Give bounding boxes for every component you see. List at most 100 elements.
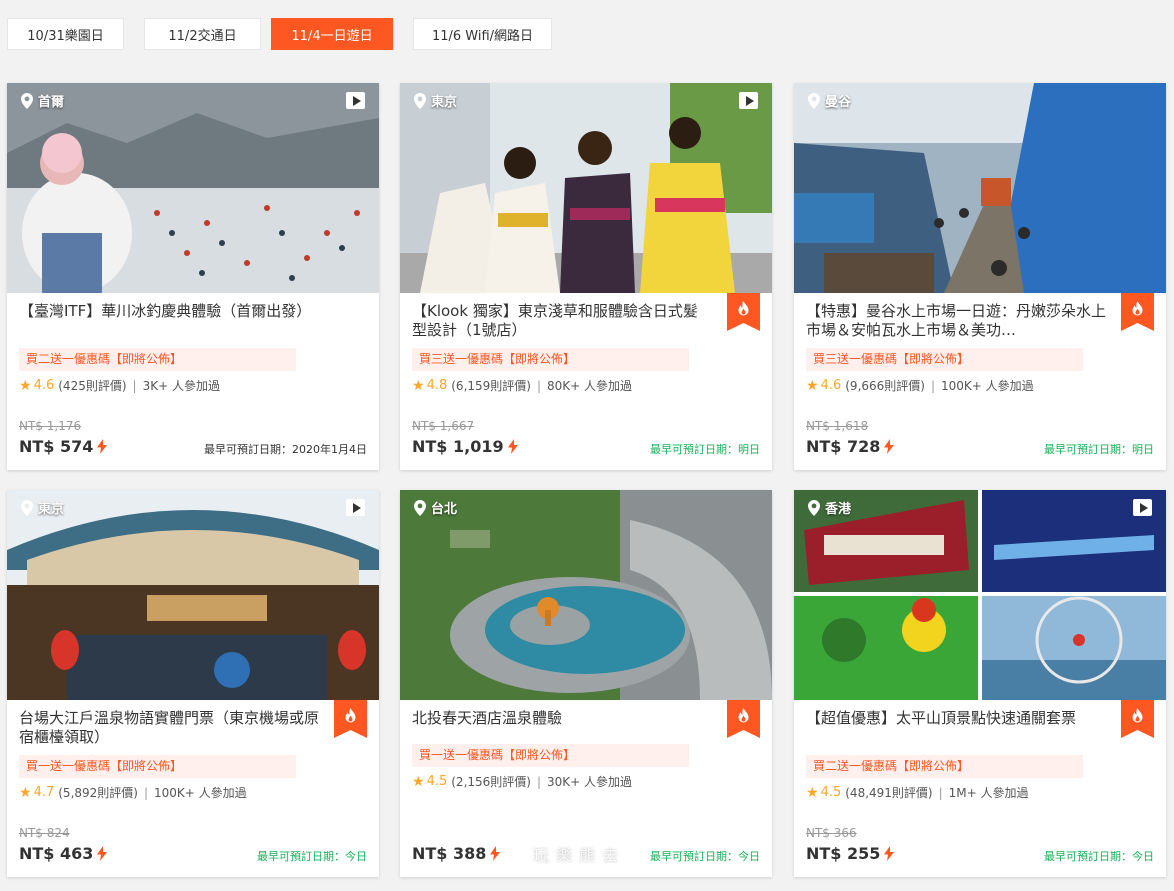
location-pin-icon [413, 93, 427, 109]
activity-title[interactable]: 台場大江戶溫泉物語實體門票（東京機場或原宿櫃檯領取） [19, 709, 319, 747]
original-price: NT$ 366 [806, 826, 857, 840]
activity-title[interactable]: 【超值優惠】太平山頂景點快速通關套票 [806, 709, 1106, 728]
activity-photo: 香港 [794, 490, 1166, 700]
divider: | [536, 378, 542, 393]
tab-theme-park-day[interactable]: 10/31樂園日 [7, 18, 124, 50]
earliest-booking-date: 最早可預訂日期：今日 [1044, 850, 1154, 863]
earliest-booking-date: 最早可預訂日期：2020年1月4日 [204, 443, 367, 456]
activity-title[interactable]: 【Klook 獨家】東京淺草和服體驗含日式髮型設計（1號店） [412, 302, 712, 340]
activity-card[interactable]: 台北 北投春天酒店溫泉體驗 買一送一優惠碼【即將公佈】 ★ 4.5 (2,156… [400, 490, 772, 877]
instant-confirm-icon [490, 846, 500, 861]
original-price: NT$ 1,667 [412, 419, 475, 433]
location-label: 首爾 [38, 95, 65, 110]
location-pin-icon [807, 500, 821, 516]
location-tag: 東京 [20, 498, 64, 517]
promo-badge: 買三送一優惠碼【即將公佈】 [412, 348, 689, 371]
rating-row: ★ 4.6 (425則評價) | 3K+ 人參加過 [19, 377, 220, 394]
star-icon: ★ [19, 784, 32, 801]
instant-confirm-icon [884, 439, 894, 454]
rating-score: 4.5 [426, 774, 448, 789]
price-value: NT$ 255 [806, 844, 881, 863]
price: NT$ 255 [806, 844, 894, 863]
video-play-icon[interactable] [346, 92, 365, 109]
rating-row: ★ 4.6 (9,666則評價) | 100K+ 人參加過 [806, 377, 1034, 394]
instant-confirm-icon [508, 439, 518, 454]
original-price: NT$ 824 [19, 826, 70, 840]
rating-row: ★ 4.5 (48,491則評價) | 1M+ 人參加過 [806, 784, 1029, 801]
earliest-booking-date: 最早可預訂日期：明日 [650, 443, 760, 456]
star-icon: ★ [412, 377, 425, 394]
rating-score: 4.7 [33, 785, 55, 800]
review-count: (6,159則評價) [451, 379, 531, 393]
activity-title[interactable]: 【臺灣ITF】華川冰釣慶典體驗（首爾出發） [19, 302, 319, 321]
price: NT$ 728 [806, 437, 894, 456]
activity-title[interactable]: 北投春天酒店溫泉體驗 [412, 709, 712, 728]
hot-flame-icon [334, 700, 367, 738]
rating-score: 4.8 [426, 378, 448, 393]
location-pin-icon [20, 93, 34, 109]
divider: | [930, 378, 936, 393]
tab-transport-day[interactable]: 11/2交通日 [144, 18, 261, 50]
rating-score: 4.5 [820, 785, 842, 800]
promo-badge: 買一送一優惠碼【即將公佈】 [19, 755, 296, 778]
price: NT$ 574 [19, 437, 107, 456]
tab-day-tour-day[interactable]: 11/4一日遊日 [271, 18, 393, 50]
activity-photo: 台北 [400, 490, 772, 700]
watermark: 玩 樂 熊 去 [533, 846, 620, 865]
original-price: NT$ 1,618 [806, 419, 869, 433]
activity-photo: 首爾 [7, 83, 379, 293]
review-count: (48,491則評價) [845, 786, 933, 800]
price: NT$ 463 [19, 844, 107, 863]
instant-confirm-icon [97, 439, 107, 454]
activity-photo: 東京 [400, 83, 772, 293]
participants-count: 3K+ 人參加過 [142, 379, 220, 393]
participants-count: 100K+ 人參加過 [941, 379, 1034, 393]
price-value: NT$ 728 [806, 437, 881, 456]
promo-badge: 買一送一優惠碼【即將公佈】 [412, 744, 689, 767]
star-icon: ★ [19, 377, 32, 394]
location-label: 東京 [38, 502, 65, 517]
location-tag: 東京 [413, 91, 457, 110]
location-label: 東京 [431, 95, 458, 110]
original-price: NT$ 1,176 [19, 419, 82, 433]
video-play-icon[interactable] [346, 499, 365, 516]
divider: | [143, 785, 149, 800]
activity-card[interactable]: 東京 台場大江戶溫泉物語實體門票（東京機場或原宿櫃檯領取） 買一送一優惠碼【即將… [7, 490, 379, 877]
divider: | [536, 774, 542, 789]
review-count: (425則評價) [58, 379, 127, 393]
participants-count: 30K+ 人參加過 [547, 775, 633, 789]
rating-row: ★ 4.5 (2,156則評價) | 30K+ 人參加過 [412, 773, 632, 790]
activity-card[interactable]: 曼谷 【特惠】曼谷水上市場一日遊：丹嫩莎朵水上市場＆安帕瓦水上市場＆美功… 買三… [794, 83, 1166, 470]
location-tag: 香港 [807, 498, 851, 517]
activity-card[interactable]: 香港 【超值優惠】太平山頂景點快速通關套票 買二送一優惠碼【即將公佈】 ★ 4.… [794, 490, 1166, 877]
location-tag: 曼谷 [807, 91, 851, 110]
earliest-booking-date: 最早可預訂日期：今日 [257, 850, 367, 863]
video-play-icon[interactable] [1133, 499, 1152, 516]
video-play-icon[interactable] [739, 92, 758, 109]
earliest-booking-date: 最早可預訂日期：明日 [1044, 443, 1154, 456]
price-value: NT$ 1,019 [412, 437, 504, 456]
rating-score: 4.6 [33, 378, 55, 393]
activity-card[interactable]: 東京 【Klook 獨家】東京淺草和服體驗含日式髮型設計（1號店） 買三送一優惠… [400, 83, 772, 470]
star-icon: ★ [412, 773, 425, 790]
price-value: NT$ 574 [19, 437, 94, 456]
location-tag: 台北 [413, 498, 457, 517]
rating-row: ★ 4.7 (5,892則評價) | 100K+ 人參加過 [19, 784, 247, 801]
rating-score: 4.6 [820, 378, 842, 393]
location-label: 曼谷 [825, 95, 852, 110]
price-value: NT$ 388 [412, 844, 487, 863]
hot-flame-icon [1121, 700, 1154, 738]
activity-photo: 曼谷 [794, 83, 1166, 293]
activity-photo: 東京 [7, 490, 379, 700]
tab-wifi-day[interactable]: 11/6 Wifi/網路日 [413, 18, 552, 50]
location-label: 香港 [825, 502, 852, 517]
participants-count: 80K+ 人參加過 [547, 379, 633, 393]
participants-count: 1M+ 人參加過 [948, 786, 1029, 800]
price: NT$ 388 [412, 844, 500, 863]
price: NT$ 1,019 [412, 437, 518, 456]
star-icon: ★ [806, 377, 819, 394]
star-icon: ★ [806, 784, 819, 801]
hot-flame-icon [727, 700, 760, 738]
activity-title[interactable]: 【特惠】曼谷水上市場一日遊：丹嫩莎朵水上市場＆安帕瓦水上市場＆美功… [806, 302, 1106, 340]
activity-card[interactable]: 首爾 【臺灣ITF】華川冰釣慶典體驗（首爾出發） 買二送一優惠碼【即將公佈】 ★… [7, 83, 379, 470]
